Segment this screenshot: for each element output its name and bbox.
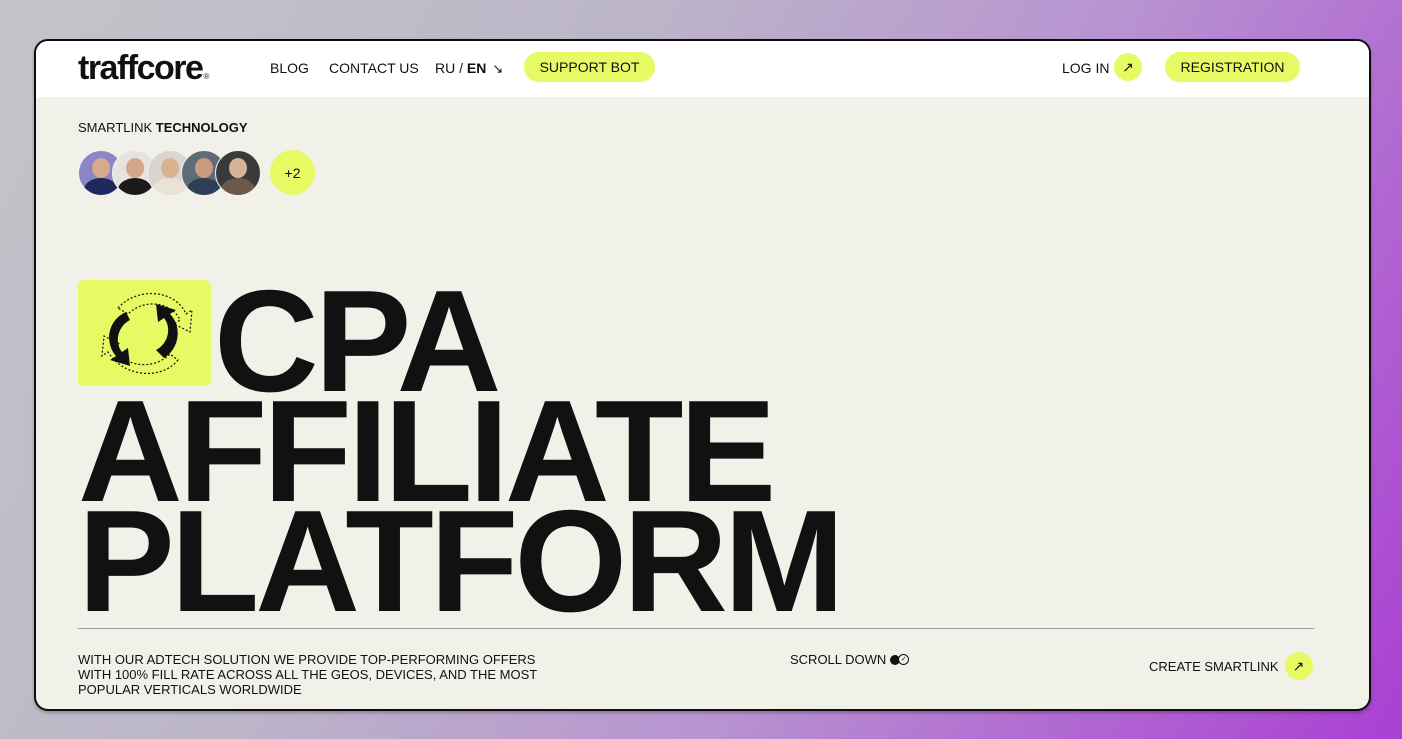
more-members-badge[interactable]: +2 (270, 150, 315, 195)
more-members-count: +2 (284, 164, 301, 181)
login-link[interactable]: LOG IN (1062, 60, 1109, 76)
hero-description: WITH OUR ADTECH SOLUTION WE PROVIDE TOP-… (78, 652, 537, 697)
logo[interactable]: traffcore® (78, 49, 209, 88)
support-bot-label: SUPPORT BOT (539, 59, 640, 75)
create-smartlink-arrow-button[interactable]: ↗ (1284, 652, 1313, 680)
scroll-down-label: SCROLL DOWN (790, 652, 887, 667)
create-smartlink-link[interactable]: CREATE SMARTLINK ↗ (1149, 652, 1313, 680)
scroll-dots-icon: ✓ (890, 654, 910, 665)
lang-ru[interactable]: RU (435, 60, 455, 76)
avatar (215, 150, 261, 196)
create-smartlink-label: CREATE SMARTLINK (1149, 658, 1279, 674)
arrow-down-right-icon: ↘ (492, 61, 504, 76)
browser-frame: traffcore® BLOG CONTACT US RU / EN ↘ SUPP… (34, 39, 1371, 711)
arrow-up-right-icon: ↗ (1122, 58, 1134, 75)
language-switcher[interactable]: RU / EN ↘ (435, 60, 503, 77)
eyebrow-light: SMARTLINK (78, 120, 156, 135)
lang-en[interactable]: EN (467, 60, 486, 76)
registration-button[interactable]: REGISTRATION (1165, 52, 1300, 82)
lang-separator: / (455, 60, 467, 76)
check-icon: ✓ (898, 654, 910, 665)
support-bot-button[interactable]: SUPPORT BOT (524, 52, 655, 82)
divider (78, 628, 1314, 629)
arrow-up-right-icon: ↗ (1292, 657, 1305, 674)
nav-blog-link[interactable]: BLOG (270, 60, 309, 76)
headline-line-3: PLATFORM (78, 480, 845, 642)
eyebrow-label: SMARTLINK TECHNOLOGY (78, 120, 248, 135)
site-header: traffcore® BLOG CONTACT US RU / EN ↘ SUPP… (36, 41, 1369, 97)
logo-registered-mark: ® (203, 72, 210, 81)
nav-contact-link[interactable]: CONTACT US (329, 60, 419, 76)
scroll-down-indicator[interactable]: SCROLL DOWN ✓ (790, 652, 910, 667)
registration-label: REGISTRATION (1180, 59, 1285, 75)
eyebrow-bold: TECHNOLOGY (155, 120, 248, 135)
logo-text: traffcore (78, 49, 204, 87)
login-arrow-button[interactable]: ↗ (1114, 53, 1142, 81)
